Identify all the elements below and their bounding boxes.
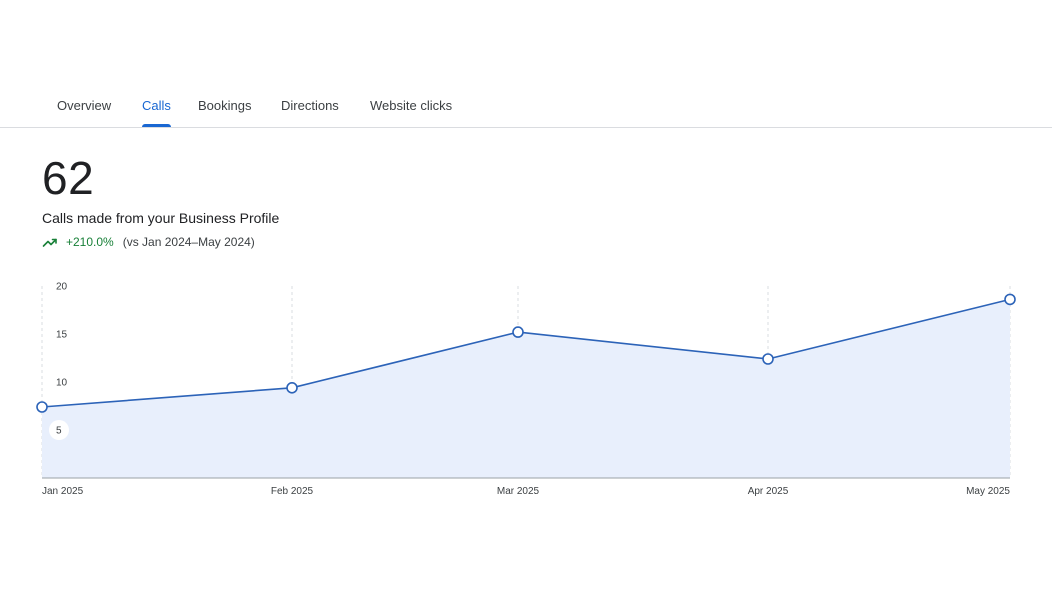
trending-up-icon [42,234,58,250]
tab-label: Bookings [198,98,252,113]
x-tick-label: Jan 2025 [42,486,84,497]
tab-label: Website clicks [370,98,453,113]
data-point [286,382,298,394]
x-tick-label: Mar 2025 [497,486,540,497]
y-tick-label: 10 [56,378,68,389]
active-tab-indicator [142,124,171,127]
y-tick-label: 20 [56,282,68,293]
x-tick-label: Feb 2025 [271,486,314,497]
y-tick-label: 5 [56,426,62,437]
tab-directions[interactable]: Directions [281,98,339,127]
tab-bar: Overview Calls Bookings Directions Websi… [0,0,1052,128]
x-tick-label: May 2025 [966,486,1010,497]
trend-change-value: +210.0% [66,235,114,249]
tab-website-clicks[interactable]: Website clicks [370,98,452,127]
tab-label: Overview [57,98,112,113]
tab-label: Calls [142,98,171,113]
data-point [1004,293,1016,306]
calls-chart: 5 10 15 20 Jan 2025 Feb 2025 Mar 2025 Apr 2025 M… [36,282,1016,497]
trend-summary: +210.0% (vs Jan 2024–May 2024) [42,234,255,250]
tab-label: Directions [281,98,339,113]
tab-overview[interactable]: Overview [57,98,111,127]
data-point [762,353,774,365]
series-area [42,299,1010,478]
metric-description: Calls made from your Business Profile [42,210,280,226]
tab-bookings[interactable]: Bookings [198,98,251,127]
data-point [512,326,524,338]
data-point [36,401,48,413]
x-tick-label: Apr 2025 [748,486,789,497]
y-tick-label: 15 [56,330,68,341]
trend-comparison: (vs Jan 2024–May 2024) [122,235,255,249]
calls-total: 62 [42,152,95,204]
tab-calls[interactable]: Calls [142,98,171,127]
